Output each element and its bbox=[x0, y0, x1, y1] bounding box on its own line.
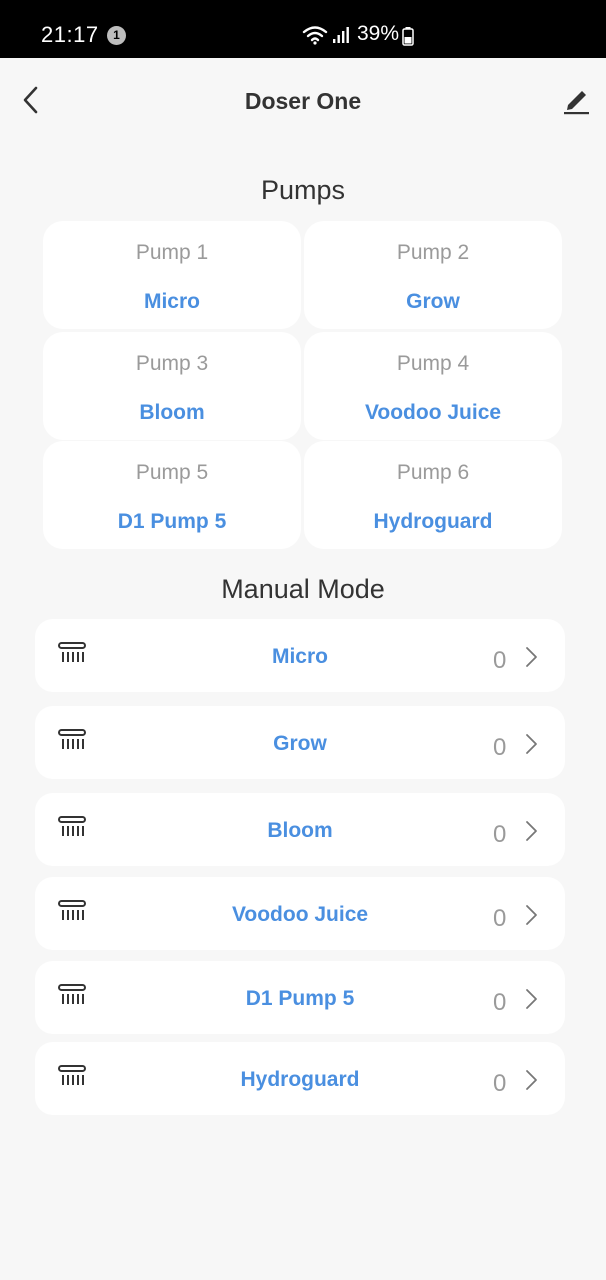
manual-row-count: 0 bbox=[493, 734, 507, 761]
pump-card[interactable]: Pump 5 D1 Pump 5 bbox=[43, 441, 301, 549]
pump-name: Bloom bbox=[139, 401, 205, 424]
pump-name: Voodoo Juice bbox=[364, 401, 502, 424]
manual-dose-row[interactable]: Bloom 0 bbox=[35, 793, 565, 866]
manual-row-label: D1 Pump 5 bbox=[245, 987, 355, 1010]
page-title: Doser One bbox=[244, 88, 362, 114]
manual-dose-row[interactable]: Voodoo Juice 0 bbox=[35, 877, 565, 950]
battery-icon bbox=[402, 27, 414, 46]
edit-icon[interactable] bbox=[560, 84, 592, 116]
battery-percent: 39% bbox=[357, 22, 400, 45]
pump-number: Pump 6 bbox=[396, 461, 470, 484]
manual-mode-section-title: Manual Mode bbox=[221, 574, 385, 604]
chevron-right-icon bbox=[526, 647, 537, 667]
manual-row-label: Grow bbox=[273, 732, 327, 755]
manual-dose-row[interactable]: Micro 0 bbox=[35, 619, 565, 692]
chevron-right-icon bbox=[526, 734, 537, 754]
manual-dose-row[interactable]: Grow 0 bbox=[35, 706, 565, 779]
notification-badge: 1 bbox=[107, 26, 126, 45]
manual-row-count: 0 bbox=[493, 647, 507, 674]
manual-row-count: 0 bbox=[493, 1070, 507, 1097]
manual-row-label: Micro bbox=[271, 645, 328, 668]
manual-row-label: Voodoo Juice bbox=[231, 903, 369, 926]
pump-card[interactable]: Pump 6 Hydroguard bbox=[304, 441, 562, 549]
pump-number: Pump 2 bbox=[396, 241, 470, 264]
pump-number: Pump 5 bbox=[135, 461, 209, 484]
manual-dose-row[interactable]: Hydroguard 0 bbox=[35, 1042, 565, 1115]
chevron-right-icon bbox=[526, 1070, 537, 1090]
manual-row-count: 0 bbox=[493, 821, 507, 848]
pump-number: Pump 3 bbox=[135, 352, 209, 375]
manual-row-label: Bloom bbox=[267, 819, 333, 842]
pumps-section-title: Pumps bbox=[260, 175, 346, 205]
status-bar: 21:17 1 39% bbox=[0, 0, 606, 58]
chevron-right-icon bbox=[526, 989, 537, 1009]
manual-row-count: 0 bbox=[493, 905, 507, 932]
manual-row-count: 0 bbox=[493, 989, 507, 1016]
pump-name: Micro bbox=[143, 290, 200, 313]
pump-card[interactable]: Pump 1 Micro bbox=[43, 221, 301, 329]
status-time: 21:17 bbox=[41, 22, 99, 47]
wifi-icon bbox=[302, 26, 328, 45]
pump-name: D1 Pump 5 bbox=[117, 510, 227, 533]
chevron-right-icon bbox=[526, 905, 537, 925]
chevron-right-icon bbox=[526, 821, 537, 841]
signal-icon bbox=[333, 27, 349, 43]
pump-number: Pump 1 bbox=[135, 241, 209, 264]
pump-card[interactable]: Pump 3 Bloom bbox=[43, 332, 301, 440]
pump-card[interactable]: Pump 2 Grow bbox=[304, 221, 562, 329]
manual-row-label: Hydroguard bbox=[240, 1068, 360, 1091]
pump-number: Pump 4 bbox=[396, 352, 470, 375]
app-header: Doser One bbox=[0, 58, 606, 144]
pump-card[interactable]: Pump 4 Voodoo Juice bbox=[304, 332, 562, 440]
pump-name: Hydroguard bbox=[373, 510, 493, 533]
manual-dose-row[interactable]: D1 Pump 5 0 bbox=[35, 961, 565, 1034]
pump-name: Grow bbox=[406, 290, 460, 313]
